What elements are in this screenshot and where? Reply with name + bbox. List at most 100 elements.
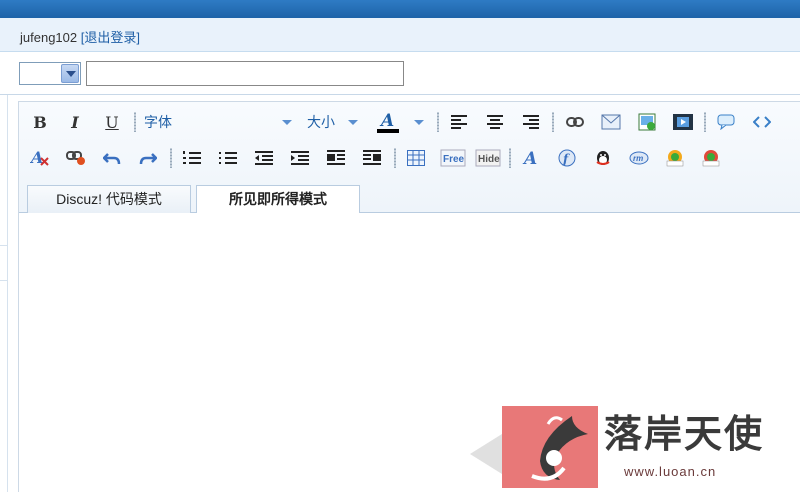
qq-icon (596, 151, 610, 165)
ordered-list-icon (183, 151, 201, 164)
ordered-list-button[interactable] (179, 145, 205, 171)
chevron-down-icon (414, 120, 424, 125)
divider (0, 94, 800, 95)
toolbar-row-2: A Free Hide A f rm (19, 145, 800, 171)
hide-button[interactable]: Hide (474, 145, 502, 171)
user-bar: jufeng102 [退出登录] (0, 18, 800, 52)
top-banner (0, 0, 800, 18)
logout-link[interactable]: [退出登录] (81, 30, 140, 45)
unordered-list-button[interactable] (215, 145, 241, 171)
toolbar-separator (437, 112, 439, 132)
username: jufeng102 (20, 30, 78, 45)
media-button[interactable] (670, 109, 696, 135)
font-color-button[interactable]: A (373, 109, 403, 135)
italic-icon: I (71, 112, 79, 132)
font-dropdown-icon (282, 120, 292, 125)
email-icon (601, 114, 621, 130)
align-center-button[interactable] (482, 109, 508, 135)
unlink-icon (66, 151, 85, 165)
wma-button[interactable] (662, 145, 688, 171)
indent-button[interactable] (287, 145, 313, 171)
redo-button[interactable] (135, 145, 161, 171)
toolbar-separator (509, 148, 511, 168)
toolbar-separator (394, 148, 396, 168)
toolbar-separator (170, 148, 172, 168)
flash-button[interactable]: f (554, 145, 580, 171)
qq-button[interactable] (590, 145, 616, 171)
align-left-icon (451, 115, 467, 129)
svg-text:rm: rm (633, 154, 643, 163)
size-dropdown-label: 大小 (307, 114, 335, 130)
toolbar-separator (552, 112, 554, 132)
wmv-button[interactable] (698, 145, 724, 171)
angel-logo-icon (531, 416, 588, 481)
float-left-button[interactable] (323, 145, 349, 171)
title-input[interactable] (86, 61, 404, 86)
undo-button[interactable] (99, 145, 125, 171)
hide-icon: Hide (475, 149, 501, 167)
size-dropdown[interactable]: 大小 (307, 112, 359, 132)
svg-text:Free: Free (443, 154, 465, 165)
underline-button[interactable]: U (99, 109, 125, 135)
toolbar-separator (134, 112, 136, 132)
svg-text:A: A (522, 149, 537, 167)
wma-icon (666, 150, 684, 167)
quote-button[interactable] (713, 109, 739, 135)
table-button[interactable] (403, 145, 429, 171)
flash-icon: f (558, 149, 576, 167)
watermark-logo (502, 406, 598, 488)
bold-button[interactable]: B (27, 109, 53, 135)
unlink-button[interactable] (63, 145, 89, 171)
chevron-down-icon[interactable] (61, 64, 79, 83)
tab-discuz-code[interactable]: Discuz! 代码模式 (27, 185, 191, 213)
link-icon (566, 117, 584, 127)
wmv-icon (702, 150, 720, 167)
outdent-icon (255, 151, 273, 165)
watermark-url: www.luoan.cn (624, 464, 717, 479)
watermark-name: 落岸天使 (604, 411, 765, 456)
font-dropdown[interactable]: 字体 (144, 112, 294, 132)
indent-icon (291, 151, 309, 165)
font-style-icon: A (522, 149, 537, 167)
remove-format-button[interactable]: A (27, 145, 53, 171)
editor-toolbar: B I U 字体 大小 A A Free Hide A f rm Discuz!… (19, 102, 800, 214)
font-color-dropdown[interactable] (412, 112, 426, 132)
align-left-button[interactable] (446, 109, 472, 135)
align-right-button[interactable] (518, 109, 544, 135)
rm-icon: rm (629, 151, 649, 165)
editor-mode-tabs: Discuz! 代码模式 所见即所得模式 (19, 179, 800, 214)
undo-icon (103, 153, 121, 165)
type-select[interactable] (19, 62, 81, 85)
underline-icon: U (105, 112, 119, 132)
free-icon: Free (440, 149, 466, 167)
redo-icon (139, 153, 157, 165)
rm-button[interactable]: rm (626, 145, 652, 171)
float-right-icon (363, 150, 381, 165)
image-button[interactable] (634, 109, 660, 135)
align-right-icon (523, 115, 539, 129)
svg-text:Hide: Hide (478, 154, 500, 165)
svg-text:A: A (379, 111, 394, 131)
user-info: jufeng102 [退出登录] (20, 27, 140, 46)
outdent-button[interactable] (251, 145, 277, 171)
italic-button[interactable]: I (62, 109, 88, 135)
code-button[interactable] (749, 109, 775, 135)
toolbar-row-1: B I U 字体 大小 A (19, 109, 800, 135)
media-icon (673, 114, 693, 130)
watermark-triangle (470, 434, 502, 474)
bold-icon: B (33, 112, 47, 132)
left-panel-edge (0, 95, 8, 492)
float-right-button[interactable] (359, 145, 385, 171)
quote-icon (717, 114, 735, 130)
free-button[interactable]: Free (439, 145, 467, 171)
table-icon (407, 150, 425, 166)
remove-format-icon: A (30, 149, 49, 167)
email-button[interactable] (598, 109, 624, 135)
font-color-icon: A (377, 111, 399, 133)
code-icon (753, 116, 771, 128)
unordered-list-icon (219, 152, 237, 164)
link-button[interactable] (562, 109, 588, 135)
image-icon (638, 113, 656, 131)
font-style-button[interactable]: A (518, 145, 544, 171)
tab-wysiwyg[interactable]: 所见即所得模式 (196, 185, 360, 214)
